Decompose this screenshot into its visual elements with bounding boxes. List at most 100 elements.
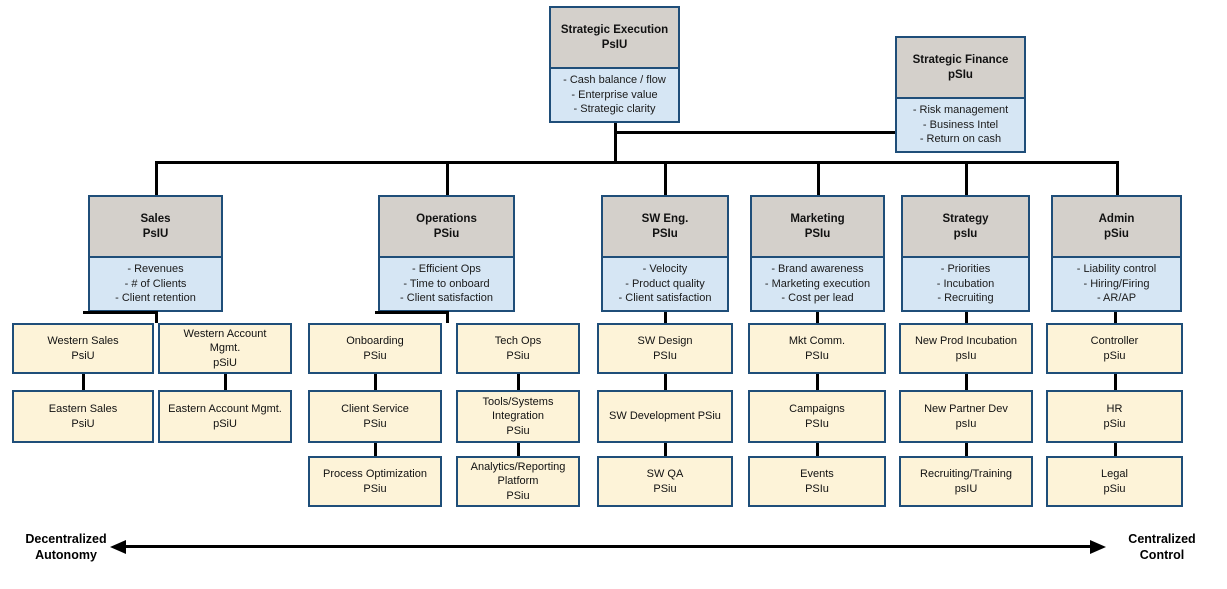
department-node-strategy: Strategy psIu - Priorities - Incubation - Re… <box>901 195 1030 312</box>
department-drop-3 <box>816 161 820 195</box>
role-box-0-0-1-line: PsiU <box>71 417 95 430</box>
dept-split-bar-1 <box>375 311 449 314</box>
strategic-execution-node-code: PsIU <box>601 38 628 51</box>
department-node-sw-eng--metric: - Product quality <box>625 277 705 290</box>
department-node-sales-code: PsIU <box>142 227 169 240</box>
department-node-operations-metric: - Efficient Ops <box>412 262 481 275</box>
role-box-1-0-1-line: PSiu <box>363 417 387 430</box>
department-node-admin-metric: - Hiring/Firing <box>1083 277 1150 290</box>
role-box-5-0-0-line: pSiu <box>1103 349 1126 362</box>
role-box-4-0-1: New Partner Dev psIu <box>899 390 1033 443</box>
axis-label-decentralized-line2: Autonomy <box>35 548 97 563</box>
role-box-2-0-1-line: SW Development PSiu <box>609 410 721 423</box>
role-box-3-0-1-line: PSIu <box>805 417 829 430</box>
role-box-0-1-0-line: pSiU <box>213 356 237 369</box>
strategic-finance-node-metric: - Return on cash <box>919 133 1002 146</box>
strategic-execution-node-metric: - Cash balance / flow <box>563 73 666 86</box>
axis-label-centralized-line2: Control <box>1139 548 1185 563</box>
role-box-0-0-0-line: PsiU <box>71 349 95 362</box>
department-node-strategy-title: Strategy <box>942 212 989 225</box>
department-node-sw-eng--code: PSIu <box>652 227 678 240</box>
department-drop-4 <box>964 161 968 195</box>
department-node-operations-metrics: - Efficient Ops - Time to onboard - Client… <box>380 258 513 310</box>
role-box-4-0-1-line: psIu <box>955 417 977 430</box>
department-node-sales: Sales PsIU - Revenues - # of Clients - Clien… <box>88 195 223 312</box>
strategic-execution-node-metric: - Enterprise value <box>571 88 658 101</box>
department-node-marketing: Marketing PSIu - Brand awareness - Marketin… <box>750 195 885 312</box>
role-box-4-0-0-line: New Prod Incubation <box>914 334 1018 347</box>
department-child-stem-4 <box>965 312 968 323</box>
department-node-operations: Operations PSiu - Efficient Ops - Time to o… <box>378 195 515 312</box>
org-chart: Strategic Execution PsIU - Cash balance / … <box>0 0 1227 589</box>
role-box-5-0-2-line: pSiu <box>1103 482 1126 495</box>
role-box-1-0-1: Client Service PSiu <box>308 390 442 443</box>
role-link-5-0-2 <box>1113 443 1117 456</box>
role-box-0-0-0: Western Sales PsiU <box>12 323 154 374</box>
role-box-5-0-1: HR pSiu <box>1046 390 1183 443</box>
department-node-operations-header: Operations PSiu <box>380 197 513 258</box>
strategic-finance-link <box>614 131 895 134</box>
role-box-2-0-1: SW Development PSiu <box>597 390 733 443</box>
strategic-finance-node: Strategic Finance pSIu - Risk management - … <box>895 36 1026 153</box>
spectrum-axis-line <box>124 545 1092 548</box>
role-box-0-0-1-line: Eastern Sales <box>48 402 118 415</box>
role-box-4-0-2: Recruiting/Training psIU <box>899 456 1033 507</box>
role-box-0-0-0-line: Western Sales <box>47 334 119 347</box>
role-box-1-1-2-line: Analytics/Reporting <box>470 460 566 473</box>
role-box-1-1-0-line: Tech Ops <box>494 334 542 347</box>
role-link-5-0-1 <box>1113 374 1117 390</box>
role-box-0-1-0: Western Account Mgmt. pSiU <box>158 323 292 374</box>
strategic-finance-node-title: Strategic Finance <box>912 53 1009 66</box>
strategic-finance-node-metrics: - Risk management - Business Intel - Retur… <box>897 99 1024 151</box>
strategic-finance-node-metric: - Business Intel <box>922 118 999 131</box>
department-node-marketing-metric: - Brand awareness <box>771 262 864 275</box>
axis-label-centralized-line1: Centralized <box>1128 532 1196 546</box>
role-box-4-0-2-line: Recruiting/Training <box>920 467 1012 480</box>
strategic-finance-node-code: pSIu <box>948 68 973 81</box>
role-box-1-0-2-line: Process Optimization <box>323 467 427 480</box>
department-node-sw-eng-: SW Eng. PSIu - Velocity - Product quality - … <box>601 195 729 312</box>
strategic-finance-node-metric: - Risk management <box>912 103 1009 116</box>
axis-arrow-right-icon <box>1090 540 1106 554</box>
role-box-1-1-2: Analytics/Reporting Platform PSiu <box>456 456 580 507</box>
role-box-2-0-0: SW Design PSIu <box>597 323 733 374</box>
role-box-0-1-1: Eastern Account Mgmt. pSiU <box>158 390 292 443</box>
department-node-marketing-title: Marketing <box>790 212 845 225</box>
role-box-1-1-0-line: PSiu <box>506 349 530 362</box>
department-node-admin-header: Admin pSiu <box>1053 197 1180 258</box>
department-node-sw-eng--metric: - Client satisfaction <box>618 292 712 305</box>
role-box-1-0-0: Onboarding PSiu <box>308 323 442 374</box>
department-node-sales-metric: - Client retention <box>115 292 196 305</box>
role-box-1-1-0: Tech Ops PSiu <box>456 323 580 374</box>
department-node-sw-eng--header: SW Eng. PSIu <box>603 197 727 258</box>
role-link-3-0-1 <box>816 374 819 390</box>
department-node-sales-metric: - Revenues <box>127 262 184 275</box>
department-bus-line <box>155 161 1117 164</box>
role-box-1-0-2-line: PSiu <box>363 482 387 495</box>
department-node-sw-eng--title: SW Eng. <box>641 212 689 225</box>
department-child-stem-2 <box>664 312 667 323</box>
axis-label-centralized: Centralized Control <box>1112 531 1212 564</box>
role-link-2-0-1 <box>664 374 667 390</box>
department-node-admin-metric: - Liability control <box>1076 262 1157 275</box>
role-box-3-0-0-line: Mkt Comm. <box>788 334 846 347</box>
role-box-5-0-0-line: Controller <box>1090 334 1139 347</box>
department-node-strategy-metric: - Recruiting <box>937 292 994 305</box>
role-box-2-0-2-line: SW QA <box>646 467 684 480</box>
role-box-1-0-0-line: Onboarding <box>346 334 404 347</box>
role-box-5-0-1-line: HR <box>1106 402 1123 415</box>
role-box-0-1-1-line: pSiU <box>213 417 237 430</box>
department-node-admin-title: Admin <box>1098 212 1135 225</box>
department-node-sales-metric: - # of Clients <box>124 277 187 290</box>
dept-split-drop-0-1 <box>154 311 158 323</box>
department-node-operations-metric: - Time to onboard <box>403 277 490 290</box>
strategic-execution-node-metric: - Strategic clarity <box>573 103 656 116</box>
department-drop-1 <box>445 161 449 195</box>
role-box-4-0-2-line: psIU <box>954 482 978 495</box>
department-node-sw-eng--metrics: - Velocity - Product quality - Client sati… <box>603 258 727 310</box>
role-box-0-1-0-line: Western Account <box>183 327 267 340</box>
role-box-3-0-2: Events PSIu <box>748 456 886 507</box>
role-box-3-0-1-line: Campaigns <box>789 402 845 415</box>
role-box-3-0-0: Mkt Comm. PSIu <box>748 323 886 374</box>
role-box-1-1-1-line: Integration <box>492 410 544 423</box>
